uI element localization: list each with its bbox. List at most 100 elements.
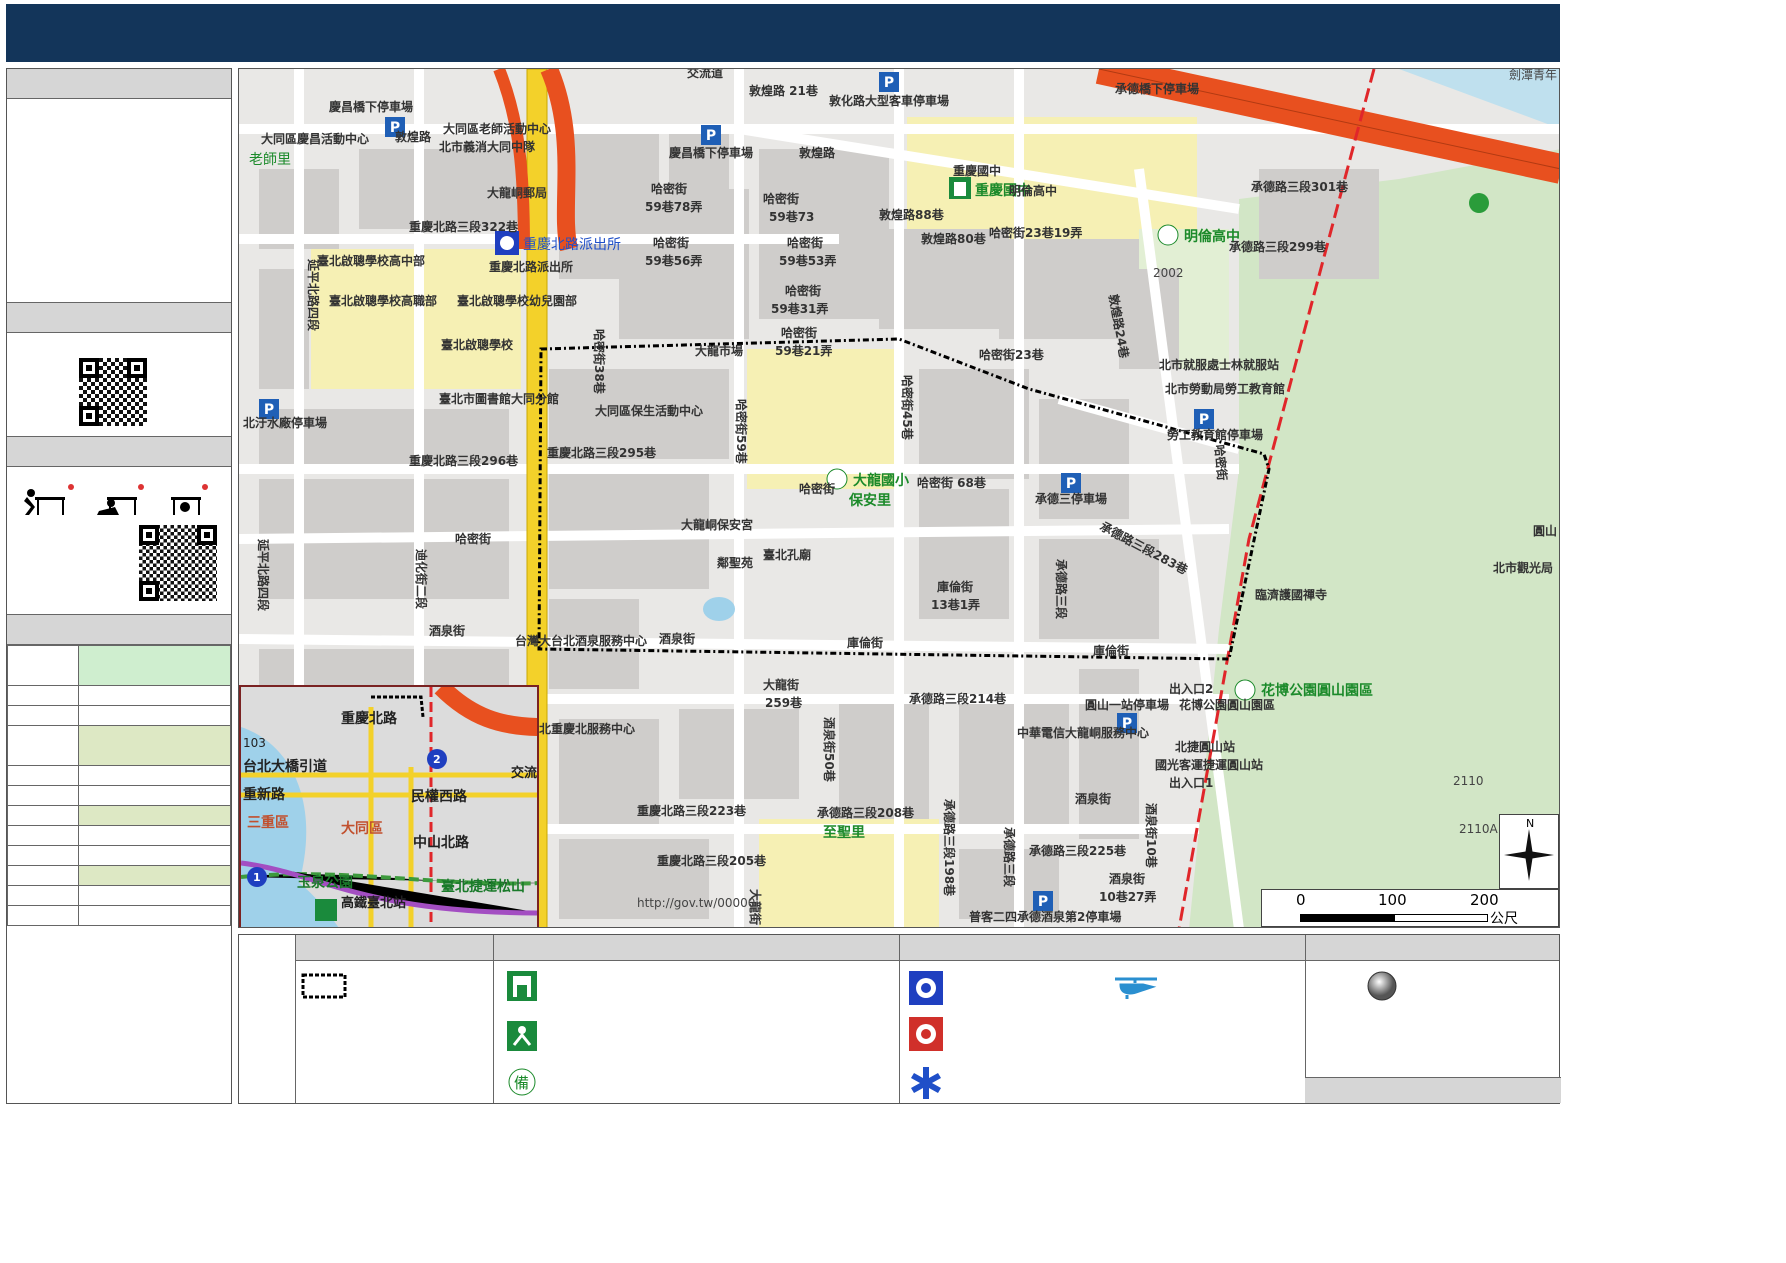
svg-text:臺北啟聰學校幼兒園部: 臺北啟聰學校幼兒園部 (457, 293, 577, 308)
svg-text:大龍市場: 大龍市場 (695, 343, 743, 358)
svg-text:三重區: 三重區 (247, 814, 289, 831)
svg-text:哈密街: 哈密街 (455, 531, 491, 546)
svg-text:圓山一站停車場: 圓山一站停車場 (1085, 697, 1169, 712)
inset-canvas: 重慶北路 台北大橋引道 重新路 民權西路 三重區 大同區 中山北路 玉泉公園 臺… (241, 687, 537, 927)
table-row (7, 825, 79, 846)
svg-text:普客二四承德酒泉第2停車場: 普客二四承德酒泉第2停車場 (969, 909, 1121, 924)
svg-text:承德路三段: 承德路三段 (1054, 559, 1069, 620)
svg-text:台灣大台北酒泉服務中心: 台灣大台北酒泉服務中心 (515, 633, 647, 648)
svg-text:承德路三段214巷: 承德路三段214巷 (909, 691, 1007, 706)
svg-text:哈密街: 哈密街 (1212, 444, 1230, 481)
pond (703, 597, 735, 621)
svg-text:承德路三段: 承德路三段 (1002, 827, 1017, 888)
svg-text:臺北捷運松山: 臺北捷運松山 (441, 878, 525, 895)
svg-text:2: 2 (433, 753, 441, 766)
svg-text:酒泉街50巷: 酒泉街50巷 (822, 717, 837, 783)
fire-dept-icon (909, 1017, 943, 1051)
svg-text:1: 1 (253, 871, 261, 884)
svg-text:N: N (1526, 817, 1534, 830)
svg-text:北市義消大同中隊: 北市義消大同中隊 (439, 139, 536, 154)
svg-text:13巷1弄: 13巷1弄 (931, 597, 980, 612)
qr-section (7, 303, 231, 437)
map-view[interactable]: P P P P P P P P 交流道 敦煌路 21巷 敦化路大型客車停車場 承… (238, 68, 1560, 928)
svg-text:酒泉街10巷: 酒泉街10巷 (1144, 803, 1159, 869)
table-row (7, 865, 79, 886)
svg-text:北汙水廠停車場: 北汙水廠停車場 (243, 415, 327, 430)
table-row (7, 845, 79, 866)
svg-text:敦化路大型客車停車場: 敦化路大型客車停車場 (829, 93, 949, 108)
svg-text:大同區保生活動中心: 大同區保生活動中心 (595, 403, 703, 418)
svg-text:劍潭青年: 劍潭青年 (1509, 69, 1557, 82)
svg-text:哈密街23巷: 哈密街23巷 (979, 347, 1045, 362)
svg-text:敦煌路 21巷: 敦煌路 21巷 (749, 83, 819, 98)
legend-panel: 備 (238, 934, 1561, 1104)
table-row (7, 645, 79, 686)
svg-text:中華電信大龍峒服務中心: 中華電信大龍峒服務中心 (1017, 725, 1149, 740)
svg-text:玉泉公園: 玉泉公園 (297, 874, 353, 891)
table-row (7, 765, 79, 786)
svg-text:交流: 交流 (511, 765, 537, 781)
svg-text:59巷21弄: 59巷21弄 (775, 343, 832, 358)
svg-text:北市觀光局: 北市觀光局 (1493, 560, 1553, 575)
svg-text:P: P (1066, 476, 1076, 492)
svg-text:臺北啟聰學校高中部: 臺北啟聰學校高中部 (317, 253, 425, 268)
left-panel (6, 68, 232, 1104)
svg-text:高鐵臺北站: 高鐵臺北站 (341, 895, 406, 911)
qr-code[interactable] (79, 358, 147, 426)
svg-text:大同區慶昌活動中心: 大同區慶昌活動中心 (261, 131, 369, 146)
table-row (7, 725, 79, 766)
svg-text:哈密街 68巷: 哈密街 68巷 (917, 475, 987, 490)
helipad-icon (1115, 977, 1157, 999)
svg-text:交流道: 交流道 (687, 69, 723, 80)
svg-text:臺北孔廟: 臺北孔廟 (763, 547, 811, 562)
legend-header (295, 935, 1559, 961)
inset-map[interactable]: 重慶北路 台北大橋引道 重新路 民權西路 三重區 大同區 中山北路 玉泉公園 臺… (239, 685, 539, 927)
svg-text:哈密街59巷: 哈密街59巷 (734, 399, 749, 465)
svg-text:敦煌路80巷: 敦煌路80巷 (921, 231, 987, 246)
svg-text:大同區: 大同區 (341, 820, 383, 837)
svg-text:臺北市圖書館大同分館: 臺北市圖書館大同分館 (439, 391, 559, 406)
table-row (7, 705, 79, 726)
svg-text:哈密街: 哈密街 (785, 283, 821, 298)
svg-text:59巷53弄: 59巷53弄 (779, 253, 836, 268)
info-section (7, 69, 231, 303)
svg-text:承德路三段301巷: 承德路三段301巷 (1251, 179, 1349, 194)
evacuation-icon (507, 1021, 537, 1051)
scale-zero: 0 (1296, 891, 1306, 909)
header-bar (6, 4, 1560, 62)
svg-text:至聖里: 至聖里 (823, 824, 865, 841)
svg-text:敦煌路: 敦煌路 (799, 145, 836, 160)
svg-text:延平北路四段: 延平北路四段 (306, 258, 321, 332)
svg-text:北捷圓山站: 北捷圓山站 (1175, 739, 1235, 754)
svg-text:重新路: 重新路 (243, 786, 286, 803)
svg-text:北重慶北服務中心: 北重慶北服務中心 (539, 721, 635, 736)
svg-text:重慶國中: 重慶國中 (953, 163, 1001, 178)
svg-text:重慶北路派出所: 重慶北路派出所 (523, 237, 621, 253)
svg-text:哈密街23巷19弄: 哈密街23巷19弄 (989, 225, 1082, 240)
boundary-legend-icon (301, 973, 347, 999)
svg-text:P: P (884, 75, 894, 91)
north-arrow: N (1499, 814, 1559, 889)
svg-text:北市勞動局勞工教育館: 北市勞動局勞工教育館 (1165, 381, 1285, 396)
svg-text:慶昌橋下停車場: 慶昌橋下停車場 (669, 145, 753, 160)
svg-text:延平北路四段: 延平北路四段 (256, 538, 271, 612)
svg-text:明倫高中: 明倫高中 (1009, 183, 1057, 198)
svg-text:259巷: 259巷 (765, 695, 803, 710)
earthquake-section-header (7, 437, 231, 467)
police-marker[interactable] (495, 231, 519, 255)
svg-text:庫倫街: 庫倫街 (1093, 643, 1129, 658)
shelter-marker[interactable] (949, 177, 971, 199)
svg-text:慶昌橋下停車場: 慶昌橋下停車場 (329, 99, 413, 114)
svg-text:重慶北路三段296巷: 重慶北路三段296巷 (409, 453, 519, 468)
svg-text:出入口2: 出入口2 (1169, 681, 1213, 696)
police-icon (909, 971, 943, 1005)
qr-code-earthquake[interactable] (139, 525, 217, 601)
svg-text:大同區老師活動中心: 大同區老師活動中心 (443, 121, 551, 136)
svg-text:臨濟護國禪寺: 臨濟護國禪寺 (1255, 587, 1327, 602)
table-row (7, 785, 79, 806)
svg-text:花博公園圓山園區: 花博公園圓山園區 (1261, 682, 1373, 699)
svg-text:重慶北路三段322巷: 重慶北路三段322巷 (409, 219, 519, 234)
svg-text:庫倫街: 庫倫街 (847, 635, 883, 650)
svg-text:哈密街: 哈密街 (651, 181, 687, 196)
svg-text:承德路三段208巷: 承德路三段208巷 (817, 805, 915, 820)
